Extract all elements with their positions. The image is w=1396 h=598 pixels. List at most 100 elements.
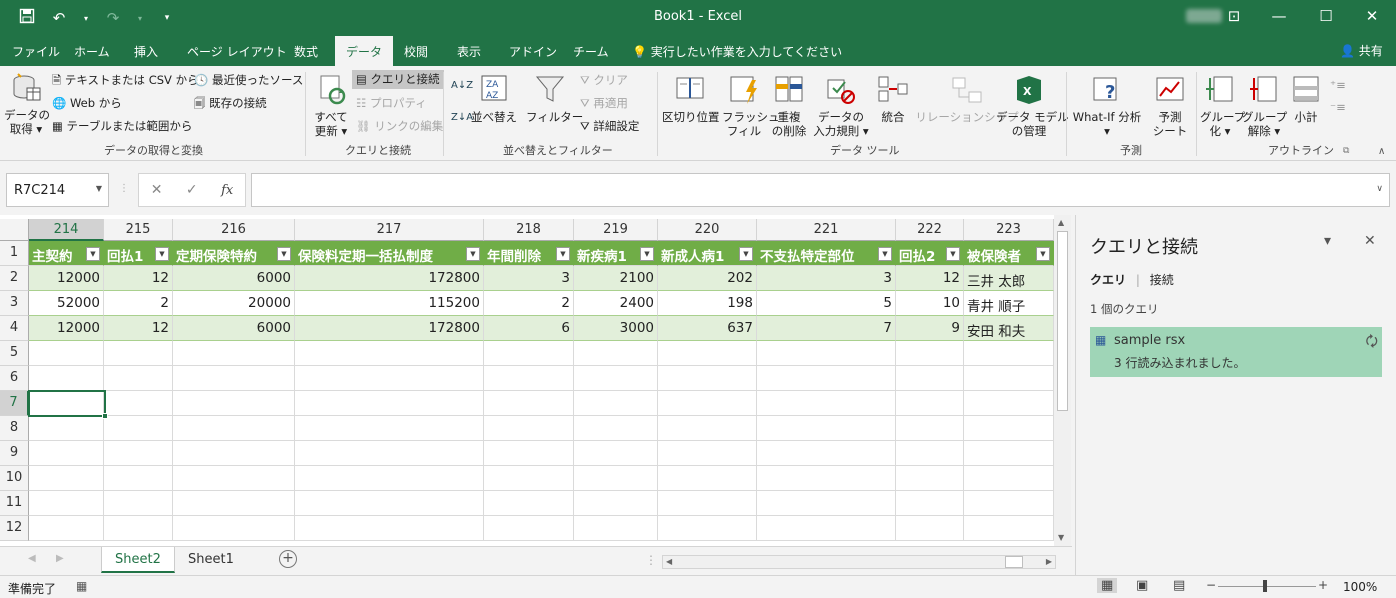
existing-connections-button[interactable]: 🗐 既存の接続 xyxy=(194,96,267,111)
tab-addins[interactable]: アドイン xyxy=(509,43,557,60)
table-header-cell[interactable]: 回払2 ▼ xyxy=(896,241,964,266)
cell[interactable] xyxy=(574,441,658,466)
sort-button[interactable]: ZA AZ 並べ替え xyxy=(470,74,518,124)
filter-button[interactable]: フィルター xyxy=(526,74,583,124)
subtotal-button[interactable]: 小計 xyxy=(1288,74,1324,124)
minimize-icon[interactable]: — xyxy=(1269,7,1289,25)
cell[interactable] xyxy=(484,441,574,466)
cell[interactable] xyxy=(964,366,1054,391)
table-cell[interactable]: 12000 xyxy=(29,266,104,291)
cell[interactable] xyxy=(29,491,104,516)
advanced-filter-button[interactable]: ⛛ 詳細設定 xyxy=(580,119,639,134)
table-cell[interactable]: 9 xyxy=(896,316,964,341)
table-header-cell[interactable]: 保険料定期一括払制度 ▼ xyxy=(295,241,484,266)
sheet-tab-sheet1[interactable]: Sheet1 xyxy=(175,547,247,573)
row-header-5[interactable]: 5 xyxy=(0,341,29,366)
query-item[interactable]: ▦ sample rsx 3 行読み込まれました。 🗘 xyxy=(1090,327,1382,377)
close-icon[interactable]: ✕ xyxy=(1362,7,1382,25)
column-header-221[interactable]: 221 xyxy=(757,219,896,241)
dialog-launcher-icon[interactable]: ⧉ xyxy=(1343,144,1349,159)
tab-formulas[interactable]: 数式 xyxy=(294,43,318,60)
cell[interactable] xyxy=(896,391,964,416)
cell[interactable] xyxy=(484,341,574,366)
filter-dropdown-icon[interactable]: ▼ xyxy=(86,247,100,261)
filter-dropdown-icon[interactable]: ▼ xyxy=(739,247,753,261)
cell[interactable] xyxy=(295,366,484,391)
cell[interactable] xyxy=(574,416,658,441)
clear-filter-button[interactable]: ⛛ クリア xyxy=(580,73,628,88)
column-header-216[interactable]: 216 xyxy=(173,219,295,241)
cell[interactable] xyxy=(658,466,757,491)
row-header-9[interactable]: 9 xyxy=(0,441,29,466)
fill-handle[interactable] xyxy=(102,413,108,419)
row-header-7[interactable]: 7 xyxy=(0,391,29,416)
vertical-scrollbar[interactable]: ▲ ▼ xyxy=(1054,215,1071,546)
column-header-215[interactable]: 215 xyxy=(104,219,173,241)
sheet-tab-sheet2[interactable]: Sheet2 xyxy=(101,547,175,573)
hide-detail-icon[interactable]: ⁻≡ xyxy=(1330,100,1346,115)
hscroll-thumb[interactable] xyxy=(1005,556,1023,568)
cell[interactable] xyxy=(658,491,757,516)
from-web-button[interactable]: 🌐 Web から xyxy=(52,96,122,111)
prev-sheet-icon[interactable]: ◀ xyxy=(28,553,36,564)
filter-dropdown-icon[interactable]: ▼ xyxy=(466,247,480,261)
table-header-cell[interactable]: 回払1 ▼ xyxy=(104,241,173,266)
cell[interactable] xyxy=(896,441,964,466)
column-header-220[interactable]: 220 xyxy=(658,219,757,241)
cell[interactable] xyxy=(484,466,574,491)
consolidate-button[interactable]: 統合 xyxy=(876,74,910,124)
table-cell[interactable]: 12000 xyxy=(29,316,104,341)
table-cell[interactable]: 12 xyxy=(104,316,173,341)
row-header-3[interactable]: 3 xyxy=(0,291,29,316)
tab-view[interactable]: 表示 xyxy=(457,43,481,60)
cell[interactable] xyxy=(29,441,104,466)
column-header-222[interactable]: 222 xyxy=(896,219,964,241)
tell-me-search[interactable]: 💡 実行したい作業を入力してください xyxy=(632,43,842,60)
scroll-thumb[interactable] xyxy=(1057,231,1068,411)
table-cell[interactable]: 6000 xyxy=(173,266,295,291)
filter-dropdown-icon[interactable]: ▼ xyxy=(1036,247,1050,261)
remove-duplicates-button[interactable]: 重複 の削除 xyxy=(770,74,808,138)
tab-queries[interactable]: クエリ xyxy=(1090,273,1126,287)
select-all-corner[interactable] xyxy=(0,219,29,241)
cell[interactable] xyxy=(295,491,484,516)
scroll-up-icon[interactable]: ▲ xyxy=(1058,218,1064,227)
table-cell[interactable]: 6 xyxy=(484,316,574,341)
cell[interactable] xyxy=(173,391,295,416)
tab-page-layout[interactable]: ページ レイアウト xyxy=(187,43,287,60)
cell[interactable] xyxy=(896,466,964,491)
cell[interactable] xyxy=(29,366,104,391)
data-validation-button[interactable]: データの 入力規則 ▾ xyxy=(812,74,870,138)
queries-connections-button[interactable]: ▤ クエリと接続 xyxy=(352,70,444,89)
cell[interactable] xyxy=(658,516,757,541)
expand-formula-icon[interactable]: ∨ xyxy=(1376,184,1383,194)
cell[interactable] xyxy=(964,341,1054,366)
row-header-12[interactable]: 12 xyxy=(0,516,29,541)
forecast-sheet-button[interactable]: 予測 シート xyxy=(1150,74,1190,138)
cell[interactable] xyxy=(295,391,484,416)
get-data-button[interactable]: データの 取得 ▾ xyxy=(4,72,50,136)
filter-dropdown-icon[interactable]: ▼ xyxy=(878,247,892,261)
cell[interactable] xyxy=(757,441,896,466)
cell[interactable] xyxy=(964,491,1054,516)
table-cell[interactable]: 172800 xyxy=(295,316,484,341)
table-cell[interactable]: 5 xyxy=(757,291,896,316)
filter-dropdown-icon[interactable]: ▼ xyxy=(277,247,291,261)
filter-dropdown-icon[interactable]: ▼ xyxy=(556,247,570,261)
reapply-button[interactable]: ⛛ 再適用 xyxy=(580,96,628,111)
cell[interactable] xyxy=(896,341,964,366)
cell[interactable] xyxy=(658,441,757,466)
table-cell[interactable]: 198 xyxy=(658,291,757,316)
row-header-6[interactable]: 6 xyxy=(0,366,29,391)
cell[interactable] xyxy=(964,391,1054,416)
data-model-button[interactable]: X データ モデル の管理 xyxy=(996,74,1069,138)
table-header-cell[interactable]: 被保険者 ▼ xyxy=(964,241,1054,266)
row-header-10[interactable]: 10 xyxy=(0,466,29,491)
new-sheet-icon[interactable]: + xyxy=(279,550,297,568)
tab-connections[interactable]: 接続 xyxy=(1150,273,1174,287)
macro-record-icon[interactable]: ▦ xyxy=(76,579,87,593)
name-box[interactable]: R7C214 ▼ xyxy=(6,173,109,207)
recent-sources-button[interactable]: 🕓 最近使ったソース xyxy=(194,73,303,88)
cell[interactable] xyxy=(896,491,964,516)
zoom-slider-thumb[interactable] xyxy=(1263,580,1267,592)
